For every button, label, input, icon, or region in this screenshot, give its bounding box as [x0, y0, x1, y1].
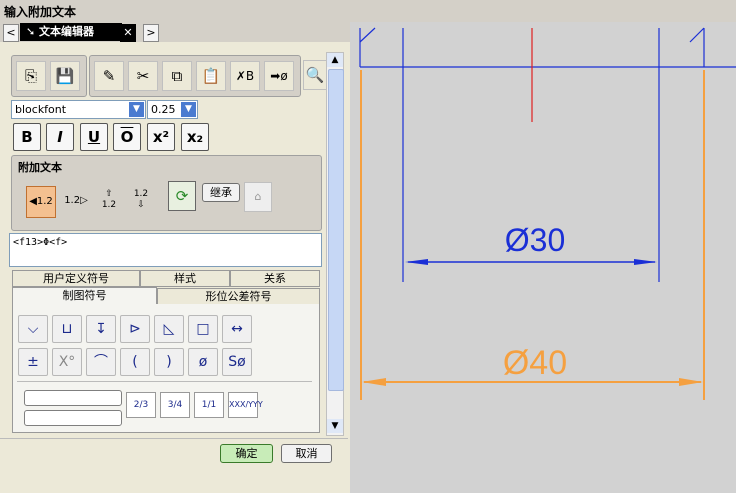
- subscript-button[interactable]: x₂: [181, 123, 209, 151]
- tab-style[interactable]: 样式: [140, 270, 230, 287]
- scroll-down-arrow-icon[interactable]: ▼: [327, 419, 343, 433]
- window-title: 输入附加文本: [4, 5, 77, 19]
- cancel-button[interactable]: 取消: [281, 444, 332, 463]
- symbols-panel: ⌵ ⊔ ↧ ⊳ ◺ □ ↔ ± X° ⌒ ( ) ø Sø 2/3 3/4 1/…: [12, 304, 320, 433]
- import-icon[interactable]: ⎘: [16, 61, 46, 91]
- tab-label: 文本编辑器: [39, 25, 95, 38]
- dim-inner-label[interactable]: Ø30: [505, 222, 565, 258]
- after-label: 1.2: [64, 195, 81, 206]
- font-select[interactable]: blockfont ▼: [11, 100, 146, 119]
- drawing-canvas[interactable]: Ø30 Ø40: [350, 22, 736, 493]
- symbol-square-icon[interactable]: □: [188, 315, 218, 343]
- symbol-right-paren-icon[interactable]: ): [154, 348, 184, 376]
- symbol-countersink-icon[interactable]: ⌵: [18, 315, 48, 343]
- tab-text-editor[interactable]: ➘ 文本编辑器: [20, 23, 122, 41]
- scroll-up-arrow-icon[interactable]: ▲: [327, 53, 343, 67]
- tab-header: < ➘ 文本编辑器 ✕ >: [0, 22, 350, 42]
- save-icon[interactable]: 💾: [50, 61, 80, 91]
- scroll-thumb[interactable]: [328, 69, 344, 391]
- paste-icon[interactable]: 📋: [196, 61, 226, 91]
- inherit-button[interactable]: 继承: [202, 183, 240, 202]
- symbol-slope-icon[interactable]: ◺: [154, 315, 184, 343]
- superscript-button[interactable]: x²: [147, 123, 175, 151]
- tab-prev-button[interactable]: <: [3, 24, 19, 42]
- symbol-conical-taper-icon[interactable]: ⊳: [120, 315, 150, 343]
- edit-icon[interactable]: ✎: [94, 61, 124, 91]
- divider: [0, 438, 348, 439]
- window-titlebar: 输入附加文本: [0, 0, 736, 23]
- divider: [17, 381, 312, 382]
- fraction-1-1-button[interactable]: 1/1: [194, 392, 224, 418]
- symbol-arc-length-icon[interactable]: ↔: [222, 315, 252, 343]
- attach-before-button[interactable]: ◀1.2: [26, 186, 56, 218]
- tab-gdt-symbols[interactable]: 形位公差符号: [157, 288, 320, 305]
- chevron-down-icon: ▼: [181, 102, 196, 117]
- arrow-icon: ➘: [26, 25, 40, 38]
- attach-after-button[interactable]: 1.2▷: [61, 186, 91, 216]
- outer-dimension: Ø40: [362, 344, 703, 386]
- cut-icon[interactable]: ✂: [128, 61, 158, 91]
- underline-button[interactable]: U: [80, 123, 108, 151]
- text-input-area[interactable]: <f13>Φ<f>: [9, 233, 322, 267]
- attach-text-group: 附加文本 ◀1.2 1.2▷ ⇧ 1.2 1.2 ⇩ ⟳ 继承 ⌂: [11, 155, 322, 231]
- preview-icon[interactable]: 🔍: [303, 60, 327, 90]
- symbol-counterbore-icon[interactable]: ⊔: [52, 315, 82, 343]
- symbol-plus-minus-icon[interactable]: ±: [18, 348, 48, 376]
- bold-button[interactable]: B: [13, 123, 41, 151]
- chevron-down-icon: ▼: [129, 102, 144, 117]
- tab-relation[interactable]: 关系: [230, 270, 320, 287]
- attach-text-title: 附加文本: [18, 161, 62, 174]
- numerator-input[interactable]: [24, 390, 122, 406]
- below-label: 1.2: [133, 189, 149, 199]
- tab-drafting-symbols[interactable]: 制图符号: [12, 287, 157, 305]
- size-select[interactable]: 0.25 ▼: [147, 100, 198, 119]
- font-name: blockfont: [15, 103, 67, 116]
- dim-outer-label[interactable]: Ø40: [503, 344, 567, 382]
- text-editor-panel: < ➘ 文本编辑器 ✕ > ⎘ 💾 ✎ ✂ ⧉ 📋 ✗B ➡ø 🔍 ▲ ▼ bl…: [0, 22, 351, 493]
- fraction-2-3-button[interactable]: 2/3: [126, 392, 156, 418]
- symbol-arc-icon[interactable]: ⌒: [86, 348, 116, 376]
- above-label: 1.2: [101, 200, 117, 210]
- symbol-left-paren-icon[interactable]: (: [120, 348, 150, 376]
- tab-close-button[interactable]: ✕: [120, 24, 136, 42]
- symbol-depth-icon[interactable]: ↧: [86, 315, 116, 343]
- file-toolbar: ⎘ 💾: [11, 55, 87, 97]
- denominator-input[interactable]: [24, 410, 122, 426]
- symbol-sphere-diameter-icon[interactable]: Sø: [222, 348, 252, 376]
- edit-toolbar: ✎ ✂ ⧉ 📋 ✗B ➡ø: [89, 55, 301, 97]
- copy-icon[interactable]: ⧉: [162, 61, 192, 91]
- overline-button[interactable]: O: [113, 123, 141, 151]
- ok-button[interactable]: 确定: [220, 444, 273, 463]
- delete-format-icon[interactable]: ✗B: [230, 61, 260, 91]
- symbol-diameter-icon[interactable]: ø: [188, 348, 218, 376]
- panel-scrollbar[interactable]: ▲ ▼: [326, 52, 344, 436]
- insert-symbol-icon[interactable]: ➡ø: [264, 61, 294, 91]
- font-size: 0.25: [151, 103, 176, 116]
- drawing-svg: Ø30 Ø40: [359, 27, 736, 400]
- tab-next-button[interactable]: >: [143, 24, 159, 42]
- text-input-value: <f13>Φ<f>: [13, 237, 68, 248]
- fraction-3-4-button[interactable]: 3/4: [160, 392, 190, 418]
- attach-above-button[interactable]: ⇧ 1.2: [96, 186, 122, 219]
- before-label: 1.2: [36, 196, 53, 207]
- attach-below-button[interactable]: 1.2 ⇩: [128, 186, 154, 219]
- refresh-icon[interactable]: ⟳: [168, 181, 196, 211]
- inner-dimension: Ø30: [405, 222, 657, 265]
- tab-user-symbols[interactable]: 用户定义符号: [12, 270, 140, 287]
- symbol-degree-icon[interactable]: X°: [52, 348, 82, 376]
- fraction-stacked-button[interactable]: XXX/YYY: [228, 392, 263, 418]
- inherit-disabled-icon: ⌂: [244, 182, 272, 212]
- italic-button[interactable]: I: [46, 123, 74, 151]
